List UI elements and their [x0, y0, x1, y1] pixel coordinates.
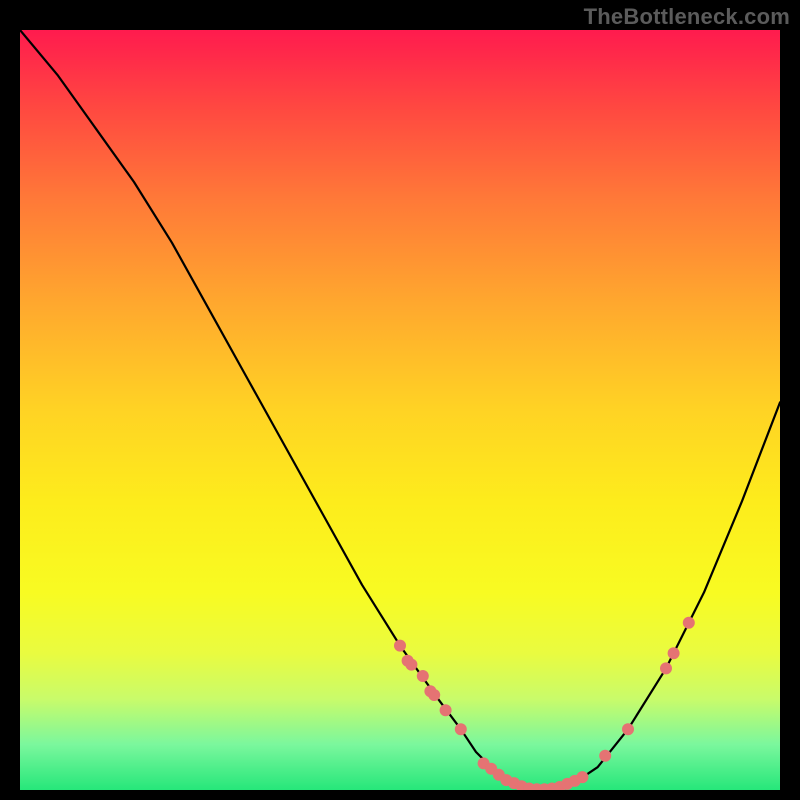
curve-plot: [20, 30, 780, 790]
highlight-dot: [668, 647, 680, 659]
plot-area: [20, 30, 780, 790]
highlight-dots: [394, 617, 695, 790]
chart-container: TheBottleneck.com: [0, 0, 800, 800]
highlight-dot: [576, 771, 588, 783]
highlight-dot: [440, 704, 452, 716]
highlight-dot: [622, 723, 634, 735]
highlight-dot: [417, 670, 429, 682]
watermark-text: TheBottleneck.com: [584, 4, 790, 30]
highlight-dot: [683, 617, 695, 629]
bottleneck-curve: [20, 30, 780, 790]
highlight-dot: [394, 640, 406, 652]
highlight-dot: [660, 662, 672, 674]
highlight-dot: [428, 689, 440, 701]
highlight-dot: [455, 723, 467, 735]
highlight-dot: [599, 750, 611, 762]
highlight-dot: [405, 659, 417, 671]
